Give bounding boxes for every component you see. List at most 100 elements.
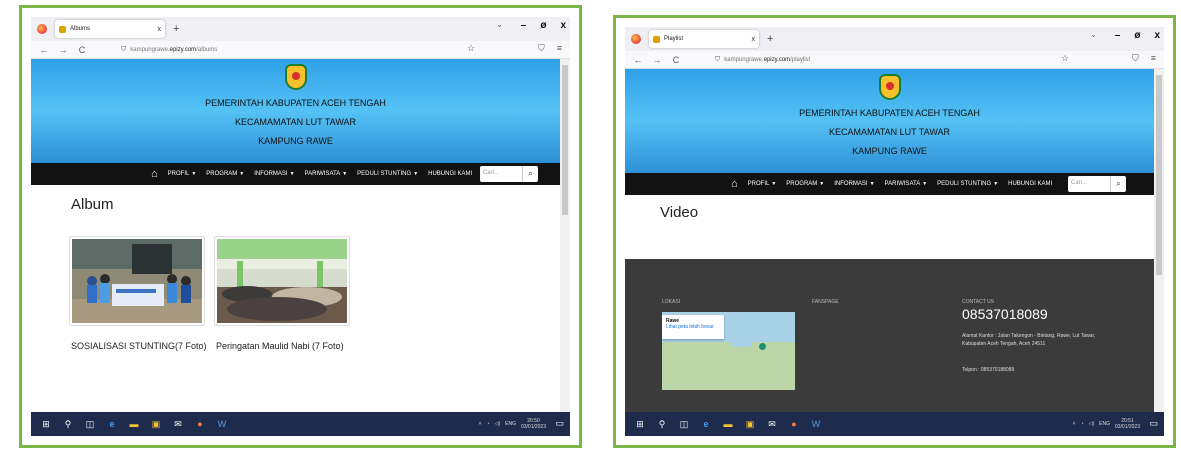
store-icon[interactable]: ▣ — [743, 417, 757, 431]
forward-icon[interactable]: → — [651, 55, 663, 65]
close-button[interactable]: x — [560, 20, 566, 31]
footer-phone: 08537018089 — [962, 306, 1048, 322]
firefox-taskbar-icon[interactable]: ● — [787, 417, 801, 431]
windows-start-icon[interactable]: ⊞ — [39, 417, 53, 431]
menu-informasi[interactable]: INFORMASI ▼ — [254, 171, 294, 177]
reload-icon[interactable]: C — [670, 55, 682, 65]
search-input[interactable]: Cari... — [480, 166, 522, 182]
pocket-icon[interactable]: ⛉ — [1132, 53, 1139, 64]
browser-window: Albums x + ⌄ – ø x ← → C ⛉ kampungrawe. e… — [31, 17, 570, 436]
album-caption-maulid[interactable]: Peringatan Maulid Nabi (7 Foto) — [216, 341, 344, 351]
mail-icon[interactable]: ✉ — [171, 417, 185, 431]
menu-pariwisata[interactable]: PARIWISATA ▼ — [885, 181, 928, 187]
album-card-stunting[interactable] — [69, 236, 205, 326]
back-icon[interactable]: ← — [632, 55, 644, 65]
task-view-icon[interactable]: ◫ — [677, 417, 691, 431]
tab-playlist[interactable]: Playlist x — [649, 30, 759, 48]
language-indicator[interactable]: ENG — [1099, 421, 1110, 427]
map-pin-icon[interactable] — [759, 343, 766, 350]
app-menu-icon[interactable]: ≡ — [1151, 53, 1156, 64]
close-button[interactable]: x — [1154, 30, 1160, 41]
edge-icon[interactable]: e — [105, 417, 119, 431]
mail-icon[interactable]: ✉ — [765, 417, 779, 431]
forward-icon[interactable]: → — [57, 45, 69, 55]
volume-icon[interactable]: ◁) — [495, 421, 501, 427]
back-icon[interactable]: ← — [38, 45, 50, 55]
search-icon[interactable]: ⚲ — [655, 417, 669, 431]
album-thumbnail-maulid — [217, 239, 347, 323]
tab-close-icon[interactable]: x — [752, 36, 756, 43]
menu-peduli-stunting[interactable]: PEDULI STUNTING ▼ — [937, 181, 998, 187]
windows-taskbar: ⊞ ⚲ ◫ e ▬ ▣ ✉ ● W ˄ ◔ ◁) ENG 20:51 03/01… — [625, 412, 1164, 436]
notification-icon[interactable]: ▭ — [1149, 418, 1158, 429]
menu-pariwisata[interactable]: PARIWISATA ▼ — [305, 171, 348, 177]
search-button[interactable]: ⌕ — [522, 166, 538, 182]
shield-icon: ⛉ — [121, 46, 127, 53]
menu-program[interactable]: PROGRAM ▼ — [786, 181, 824, 187]
word-icon[interactable]: W — [809, 417, 823, 431]
file-explorer-icon[interactable]: ▬ — [127, 417, 141, 431]
pocket-icon[interactable]: ⛉ — [538, 43, 545, 54]
firefox-taskbar-icon[interactable]: ● — [193, 417, 207, 431]
windows-taskbar: ⊞ ⚲ ◫ e ▬ ▣ ✉ ● W ˄ ◔ ◁) ENG 20:50 03/01… — [31, 412, 570, 436]
tray-chevron-icon[interactable]: ˄ — [479, 421, 482, 427]
header-line-2: KECAMAMATAN LUT TAWAR — [828, 127, 950, 137]
store-icon[interactable]: ▣ — [149, 417, 163, 431]
page-scrollbar[interactable] — [1154, 69, 1164, 412]
menu-hubungi-kami[interactable]: HUBUNGI KAMI — [1008, 181, 1052, 187]
menu-profil[interactable]: PROFIL ▼ — [168, 171, 197, 177]
search-form: Cari... ⌕ — [1068, 176, 1126, 192]
tray-chevron-icon[interactable]: ˄ — [1073, 421, 1076, 427]
reload-icon[interactable]: C — [76, 45, 88, 55]
windows-start-icon[interactable]: ⊞ — [633, 417, 647, 431]
tab-list-chevron-icon[interactable]: ⌄ — [496, 20, 503, 31]
scrollbar-thumb[interactable] — [562, 65, 568, 215]
map-info-popup: Rawe Lihat peta lebih besar — [662, 315, 724, 339]
network-icon[interactable]: ◔ — [487, 421, 490, 427]
task-view-icon[interactable]: ◫ — [83, 417, 97, 431]
tab-close-icon[interactable]: x — [158, 26, 162, 33]
menu-profil[interactable]: PROFIL ▼ — [748, 181, 777, 187]
home-icon[interactable]: ⌂ — [731, 178, 738, 190]
url-bar[interactable]: ⛉ kampungrawe. epizy.com/albums — [121, 44, 471, 56]
file-explorer-icon[interactable]: ▬ — [721, 417, 735, 431]
clock[interactable]: 20:51 03/01/2023 — [1115, 418, 1140, 430]
tab-list-chevron-icon[interactable]: ⌄ — [1090, 30, 1097, 41]
word-icon[interactable]: W — [215, 417, 229, 431]
search-icon[interactable]: ⚲ — [61, 417, 75, 431]
scrollbar-thumb[interactable] — [1156, 75, 1162, 275]
menu-informasi[interactable]: INFORMASI ▼ — [834, 181, 874, 187]
network-icon[interactable]: ◔ — [1081, 421, 1084, 427]
edge-icon[interactable]: e — [699, 417, 713, 431]
maximize-button[interactable]: ø — [1134, 30, 1140, 41]
album-caption-stunting[interactable]: SOSIALISASI STUNTING(7 Foto) — [71, 341, 207, 351]
album-card-maulid[interactable] — [214, 236, 350, 326]
url-plain: kampungrawe. — [130, 47, 170, 53]
menu-peduli-stunting[interactable]: PEDULI STUNTING ▼ — [357, 171, 418, 177]
search-input[interactable]: Cari... — [1068, 176, 1110, 192]
minimize-button[interactable]: – — [521, 20, 527, 31]
notification-icon[interactable]: ▭ — [555, 418, 564, 429]
app-menu-icon[interactable]: ≡ — [557, 43, 562, 54]
favicon-icon — [653, 35, 660, 43]
url-plain: kampungrawe. — [724, 57, 764, 63]
bookmark-star-icon[interactable]: ☆ — [1061, 53, 1069, 64]
minimize-button[interactable]: – — [1115, 30, 1121, 41]
volume-icon[interactable]: ◁) — [1089, 421, 1095, 427]
map-larger-link[interactable]: Lihat peta lebih besar — [666, 324, 720, 330]
language-indicator[interactable]: ENG — [505, 421, 516, 427]
new-tab-button[interactable]: + — [173, 23, 179, 35]
page-scrollbar[interactable] — [560, 59, 570, 412]
bookmark-star-icon[interactable]: ☆ — [467, 43, 475, 54]
home-icon[interactable]: ⌂ — [151, 168, 158, 180]
menu-program[interactable]: PROGRAM ▼ — [206, 171, 244, 177]
maximize-button[interactable]: ø — [540, 20, 546, 31]
url-bar[interactable]: ⛉ kampungrawe. epizy.com/playlist — [715, 54, 1065, 66]
search-button[interactable]: ⌕ — [1110, 176, 1126, 192]
location-map[interactable]: Rawe Lihat peta lebih besar — [662, 312, 795, 390]
tab-albums[interactable]: Albums x — [55, 20, 165, 38]
footer-address: Alamat Kantor : Jalan Takengon - Bintang… — [962, 333, 1096, 347]
new-tab-button[interactable]: + — [767, 33, 773, 45]
clock[interactable]: 20:50 03/01/2023 — [521, 418, 546, 430]
menu-hubungi-kami[interactable]: HUBUNGI KAMI — [428, 171, 472, 177]
